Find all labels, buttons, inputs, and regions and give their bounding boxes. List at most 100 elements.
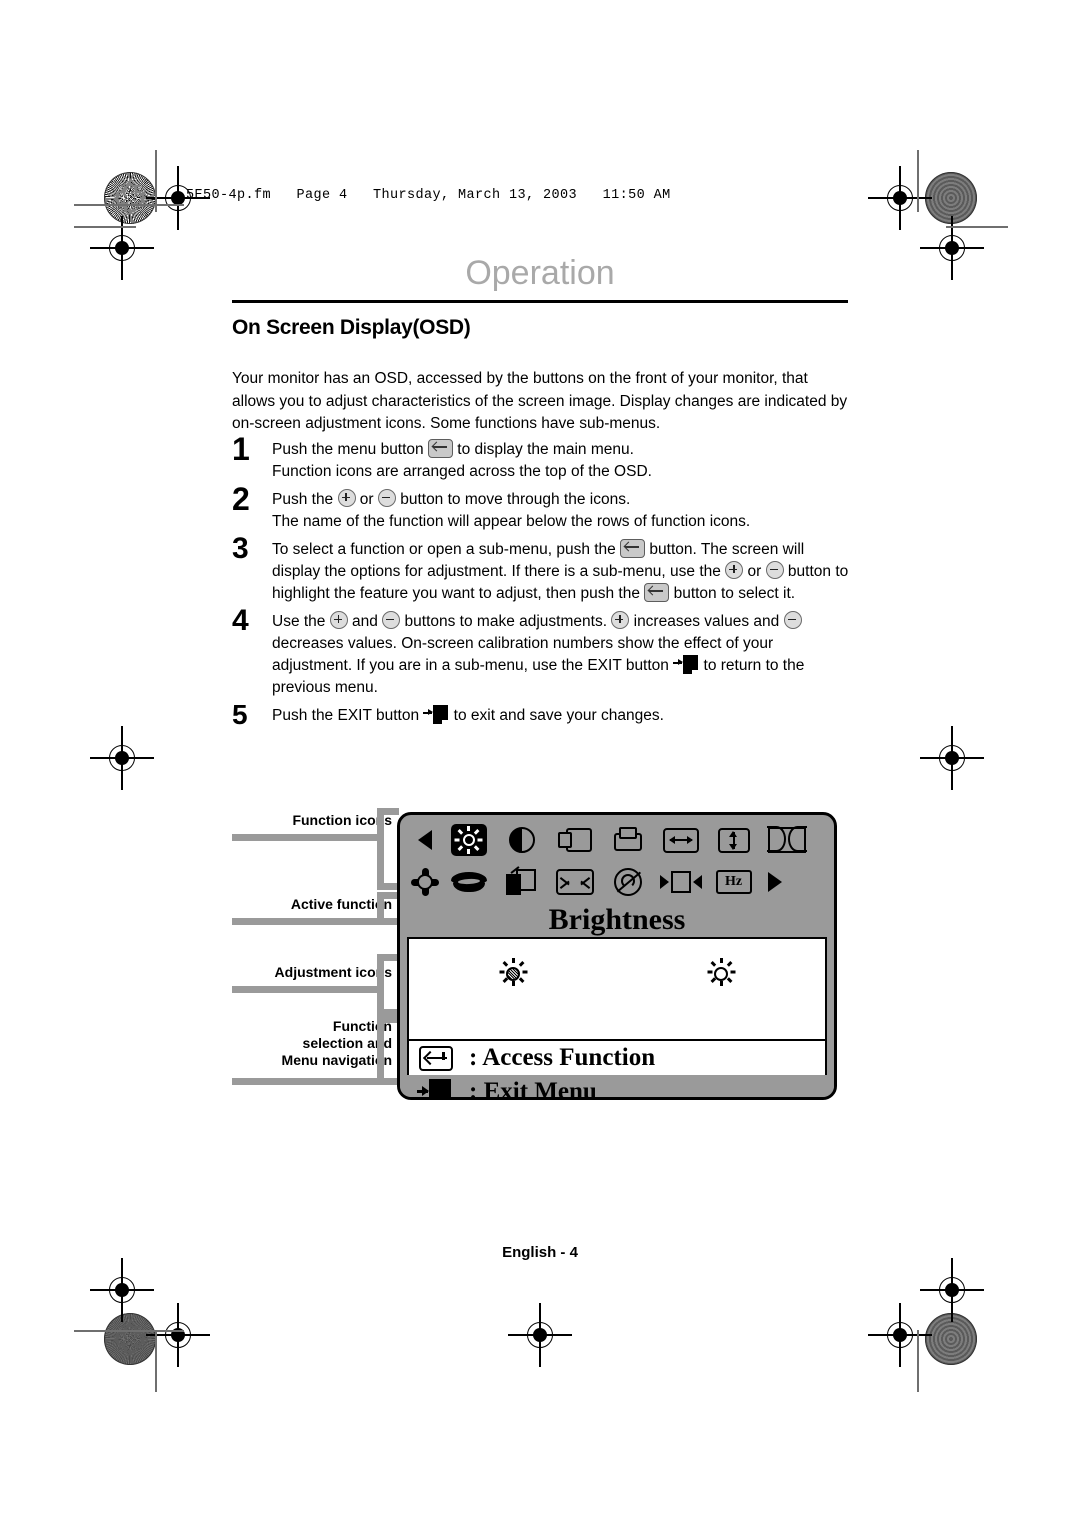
hz-frequency-icon[interactable]: Hz	[707, 870, 760, 894]
registration-mark-right-lower	[920, 726, 984, 790]
registration-mark-left-bottom	[90, 1258, 154, 1322]
step-number: 3	[232, 532, 249, 565]
prev-arrow-icon[interactable]	[408, 830, 442, 850]
h-position-icon[interactable]	[548, 828, 601, 852]
callout-function-selection: Function selection and Menu navigation	[281, 1018, 392, 1068]
callout-bracket-adjust-b	[377, 1009, 399, 1016]
callout-bar-active-function	[232, 918, 384, 925]
registration-mark-left-upper	[90, 216, 154, 280]
step-number: 4	[232, 604, 249, 637]
callout-bracket-active-t	[377, 892, 399, 899]
legend-access-label: : Access Function	[469, 1044, 656, 1071]
trim-line-bottom-right	[917, 1330, 919, 1392]
screen-position-icon[interactable]	[654, 870, 707, 894]
callout-bracket-function-icons-t	[377, 808, 399, 815]
color-layers-icon[interactable]	[495, 866, 548, 895]
callout-bracket-select-b	[377, 1078, 399, 1085]
osd-adjustment-panel	[407, 937, 827, 1041]
trim-line-top-right	[946, 226, 1008, 228]
osd-adjustment-icons	[409, 958, 825, 989]
plus-button-icon	[329, 611, 348, 629]
registration-burst-bottom-left	[104, 1313, 156, 1365]
callout-bracket-adjust-v	[377, 954, 384, 1016]
minus-button-icon	[765, 561, 784, 579]
exit-door-icon	[417, 1079, 453, 1097]
registration-mark-right-bottom	[920, 1258, 984, 1322]
v-size-icon[interactable]	[707, 827, 760, 853]
v-position-icon[interactable]	[601, 827, 654, 853]
section-heading: On Screen Display(OSD)	[232, 316, 471, 339]
callout-bracket-select-v	[377, 1016, 384, 1085]
step-number: 2	[232, 481, 250, 517]
contrast-icon[interactable]	[495, 827, 548, 853]
step-item: 1 Push the menu button to display the mai…	[232, 431, 852, 483]
plus-button-icon	[337, 489, 356, 507]
rotation-icon[interactable]	[408, 868, 442, 896]
callout-bracket-function-icons-v	[377, 808, 384, 890]
title-rule	[232, 300, 848, 303]
menu-button-icon	[644, 583, 670, 602]
callout-bar-function-icons	[232, 834, 384, 841]
degauss-icon[interactable]	[601, 868, 654, 896]
intro-paragraph: Your monitor has an OSD, accessed by the…	[232, 370, 848, 432]
step-number: 1	[232, 431, 250, 467]
step-number: 5	[232, 699, 248, 730]
osd-screen: Hz Brightness: Access Function: Exit M…	[397, 812, 837, 1100]
trim-line-top-left	[74, 226, 136, 228]
osd-icon-row-2: Hz	[400, 861, 834, 903]
trim-line-bottom-left	[155, 1330, 157, 1392]
osd-legend-access-function: : Access Function	[407, 1041, 827, 1075]
callout-bar-selection	[232, 1078, 384, 1085]
step-text: Use the and buttons to make adjustments.…	[272, 611, 805, 696]
next-arrow-icon[interactable]	[760, 872, 790, 892]
plus-button-icon	[725, 561, 744, 579]
registration-mark-right-upper	[920, 216, 984, 280]
exit-button-icon	[423, 705, 449, 724]
registration-mark-top-right	[868, 166, 932, 230]
callout-labels: Function icons Active function Adjustmen…	[232, 806, 399, 1106]
minus-button-icon	[377, 489, 396, 507]
step-text: To select a function or open a sub-menu,…	[272, 539, 849, 602]
brightness-dark-icon	[409, 958, 617, 989]
step-text: Push the EXIT button to exit and save yo…	[272, 705, 664, 724]
callout-bracket-adjust-t	[377, 954, 399, 961]
callout-bracket-select-t	[377, 1016, 399, 1023]
minus-button-icon	[382, 611, 401, 629]
registration-mark-left-lower	[90, 726, 154, 790]
zoom-icon[interactable]	[548, 869, 601, 895]
step-item: 4 Use the and buttons to make adjustments…	[232, 604, 852, 699]
osd-icon-row-1	[400, 819, 834, 861]
trim-line-left	[155, 150, 157, 212]
trapezoid-icon[interactable]	[442, 872, 495, 892]
brightness-icon[interactable]	[442, 824, 495, 856]
enter-key-icon	[419, 1045, 453, 1071]
osd-legend-exit-menu: : Exit Menu	[400, 1075, 834, 1100]
callout-bar-adjustment	[232, 986, 384, 993]
minus-button-icon	[783, 611, 802, 629]
steps-list: 1 Push the menu button to display the mai…	[232, 431, 852, 731]
page-footer: English - 4	[502, 1244, 578, 1261]
osd-active-function-name: Brightness	[548, 903, 686, 936]
osd-diagram: Function icons Active function Adjustmen…	[232, 806, 850, 1106]
callout-adjustment-icons: Adjustment icons	[274, 964, 392, 980]
step-text: Push the menu button to display the main…	[272, 439, 652, 480]
menu-button-icon	[620, 539, 646, 558]
step-item: 5 Push the EXIT button to exit and save y…	[232, 699, 852, 730]
framemaker-header: 5E50-4p.fm Page 4 Thursday, March 13, 20…	[186, 188, 671, 203]
page-title: Operation	[465, 254, 615, 292]
menu-button-icon	[427, 439, 453, 458]
callout-bracket-function-icons-b	[377, 883, 399, 890]
callout-bracket-active-b	[377, 918, 399, 925]
osd-function-icon-rows: Hz	[400, 819, 834, 903]
trim-line-right	[917, 150, 919, 212]
brightness-light-icon	[617, 958, 825, 989]
step-text: Push the or button to move through the i…	[272, 489, 751, 530]
step-item: 3 To select a function or open a sub-menu…	[232, 532, 852, 605]
hz-label: Hz	[715, 870, 752, 894]
pincushion-icon[interactable]	[760, 826, 813, 853]
registration-mark-bottom-right	[868, 1303, 932, 1367]
trim-line-upper-left	[74, 204, 184, 206]
legend-exit-label: : Exit Menu	[469, 1078, 597, 1100]
plus-button-icon	[611, 611, 630, 629]
h-size-icon[interactable]	[654, 827, 707, 853]
